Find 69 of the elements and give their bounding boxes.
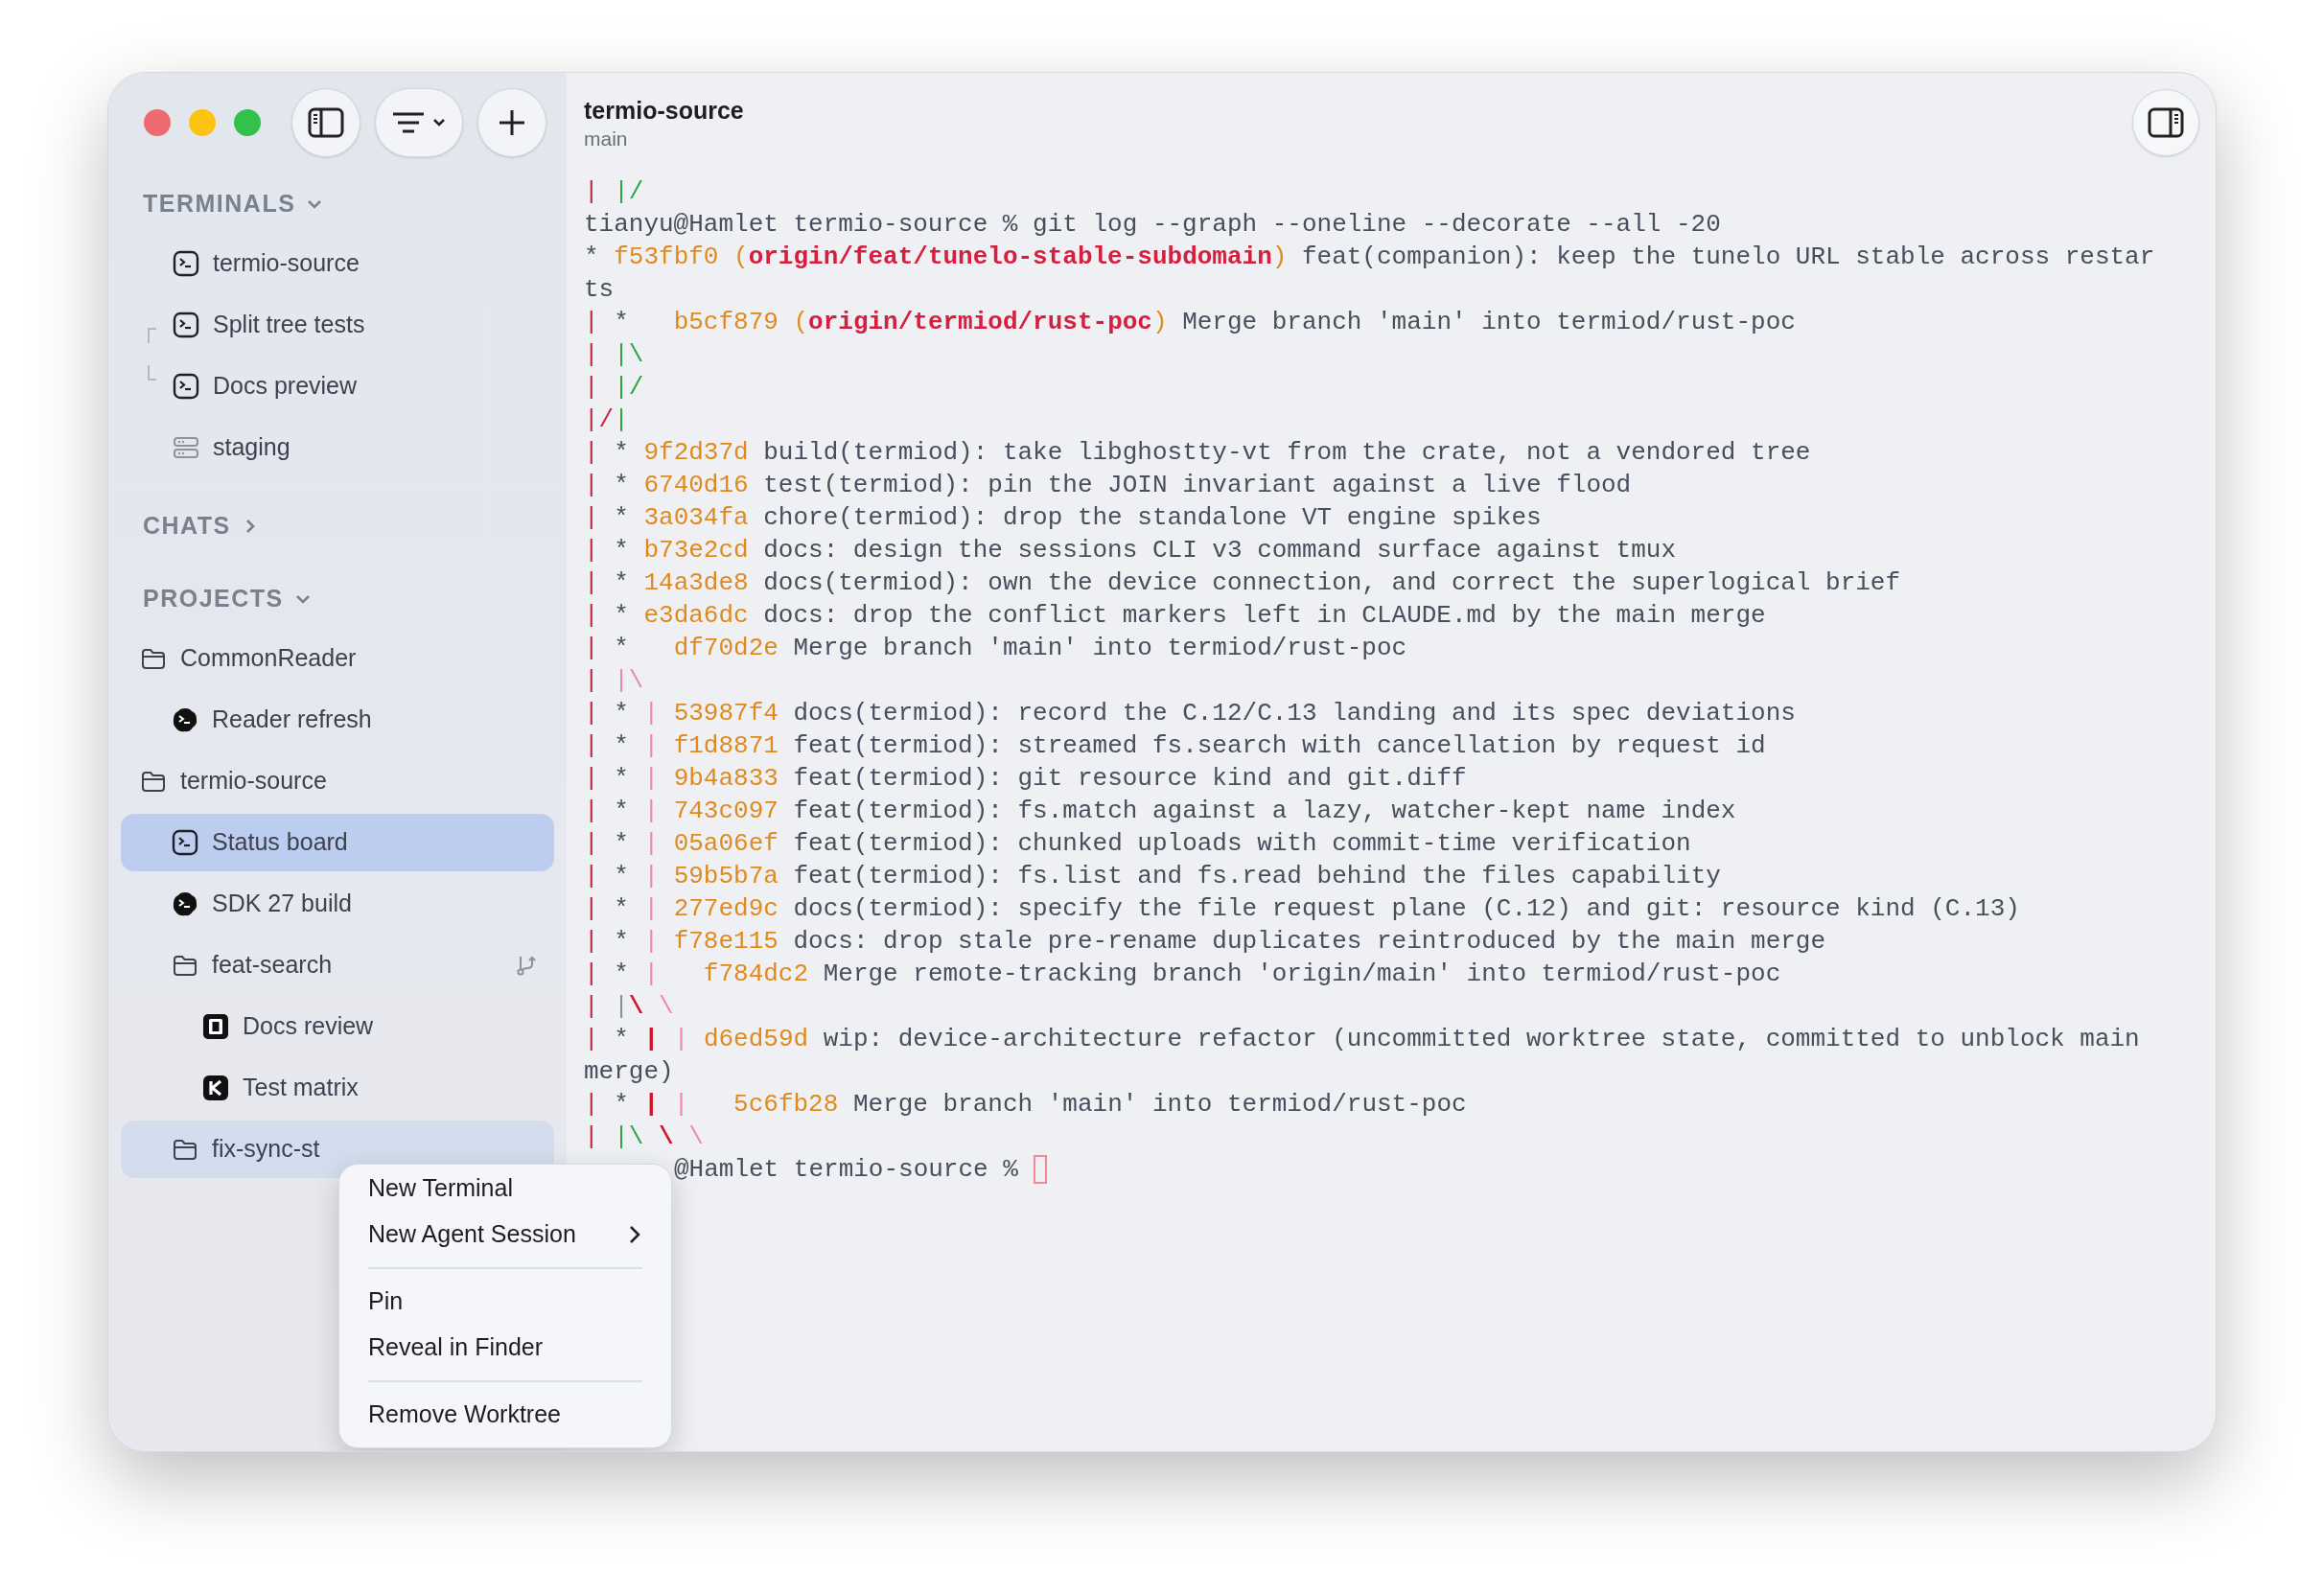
menu-item[interactable]: Pin xyxy=(349,1279,662,1325)
sidebar-item[interactable]: termio-source xyxy=(121,235,554,292)
agent-icon xyxy=(172,706,198,733)
sidebar-item[interactable]: Status board xyxy=(121,814,554,871)
terminal-line: | * 9f2d37d build(termiod): take libghostty-vt from the crate, not a vendored tree xyxy=(584,437,1811,469)
terminal-line: | * | f78e115 docs: drop stale pre-rename duplicates reintroduced by the main merge xyxy=(584,926,1826,958)
terminal-line: | * | 59b5b7a feat(termiod): fs.list and fs.read behind the files capability xyxy=(584,861,1721,892)
terminal-line: | |\ xyxy=(584,665,644,697)
terminal-line: | |/ xyxy=(584,372,644,404)
sidebar-icon xyxy=(308,107,344,138)
terminal-line: | * | 9b4a833 feat(termiod): git resource kind and git.diff xyxy=(584,763,1467,795)
terminal-title: termio-source xyxy=(584,96,744,126)
terminal-line: * f53fbf0 (origin/feat/tunelo-stable-subdomain) feat(companion): keep the tunelo URL stable across restar xyxy=(584,242,2155,273)
sidebar-item[interactable]: Docs preview xyxy=(121,358,554,415)
app-icon xyxy=(202,1013,229,1040)
sidebar-item[interactable]: Test matrix xyxy=(121,1059,554,1117)
menu-item[interactable]: New Agent Session xyxy=(349,1212,662,1258)
terminal-line: | * 6740d16 test(termiod): pin the JOIN invariant against a live flood xyxy=(584,470,1632,501)
terminal-line: | * | 743c097 feat(termiod): fs.match against a lazy, watcher-kept name index xyxy=(584,796,1736,827)
zoom-button[interactable] xyxy=(234,109,261,136)
terminal-line: | |\ \ \ xyxy=(584,1121,704,1153)
sidebar-toggle-button[interactable] xyxy=(291,88,360,157)
terminal-line: | * | | d6ed59d wip: device-architecture refactor (uncommitted worktree state, committed to unblock main xyxy=(584,1024,2140,1055)
terminal-line: tianyu@Hamlet termio-source % git log --graph --oneline --decorate --all -20 xyxy=(584,209,1721,241)
terminal-line: | * df70d2e Merge branch 'main' into termiod/rust-poc xyxy=(584,633,1407,664)
close-button[interactable] xyxy=(144,109,171,136)
terminal-line: | * | 05a06ef feat(termiod): chunked uploads with commit-time verification xyxy=(584,828,1691,860)
filter-icon xyxy=(392,111,425,134)
terminal-line: |/| xyxy=(584,405,629,436)
terminal-icon xyxy=(173,373,199,400)
server-icon xyxy=(173,434,199,461)
sidebar-item[interactable]: termio-source xyxy=(121,752,554,810)
terminal-line: | |\ xyxy=(584,339,644,371)
agent-icon xyxy=(172,890,198,917)
sidebar-item[interactable]: staging xyxy=(121,419,554,476)
terminal-line: | * e3da6dc docs: drop the conflict markers left in CLAUDE.md by the main merge xyxy=(584,600,1766,632)
terminal-line: | * b5cf879 (origin/termiod/rust-poc) Merge branch 'main' into termiod/rust-poc xyxy=(584,307,1796,338)
right-panel-icon xyxy=(2148,107,2184,138)
terminal-line: ts xyxy=(584,274,615,306)
sidebar-item[interactable]: feat-search xyxy=(121,936,554,994)
sidebar-item[interactable]: Split tree tests xyxy=(121,296,554,354)
menu-item[interactable]: Reveal in Finder xyxy=(349,1325,662,1371)
plus-icon xyxy=(498,108,526,137)
terminal-line: | * b73e2cd docs: design the sessions CLI v3 command surface against tmux xyxy=(584,535,1676,566)
menu-item[interactable]: Remove Worktree xyxy=(349,1392,662,1438)
terminal-icon xyxy=(173,250,199,277)
terminal-line: | * | 277ed9c docs(termiod): specify the file request plane (C.12) and git: resource kind (C.13) xyxy=(584,893,2020,925)
sidebar-item[interactable]: Docs review xyxy=(121,998,554,1055)
add-button[interactable] xyxy=(477,88,546,157)
terminal-line: | |/ xyxy=(584,176,644,208)
terminal-line: | * | f1d8871 feat(termiod): streamed fs.search with cancellation by request id xyxy=(584,730,1766,762)
sidebar-item[interactable]: CommonReader xyxy=(121,630,554,687)
filter-button[interactable] xyxy=(375,88,463,157)
sidebar-item[interactable]: SDK 27 build xyxy=(121,875,554,933)
terminal-line: | * | | 5c6fb28 Merge branch 'main' into termiod/rust-poc xyxy=(584,1089,1467,1121)
sidebar-item[interactable]: Reader refresh xyxy=(121,691,554,749)
terminal-line: merge) xyxy=(584,1056,674,1088)
panel-toggle-button[interactable] xyxy=(2132,89,2199,156)
terminal-line: | * | 53987f4 docs(termiod): record the C.12/C.13 landing and its spec deviations xyxy=(584,698,1796,729)
terminal-line: | * | f784dc2 Merge remote-tracking branch 'origin/main' into termiod/rust-poc xyxy=(584,959,1781,990)
terminal-line: | * 3a034fa chore(termiod): drop the standalone VT engine spikes xyxy=(584,502,1542,534)
terminal-icon xyxy=(172,829,198,856)
chevron-down-icon xyxy=(432,118,446,127)
app-icon xyxy=(202,1075,229,1101)
branch-name: main xyxy=(584,127,629,151)
terminal-icon xyxy=(173,312,199,338)
terminal-line: | * 14a3de8 docs(termiod): own the device connection, and correct the superlogical brief xyxy=(584,567,1901,599)
terminal-prompt: @Hamlet termio-source % xyxy=(674,1154,1018,1186)
terminal-line: | |\ \ xyxy=(584,991,674,1023)
